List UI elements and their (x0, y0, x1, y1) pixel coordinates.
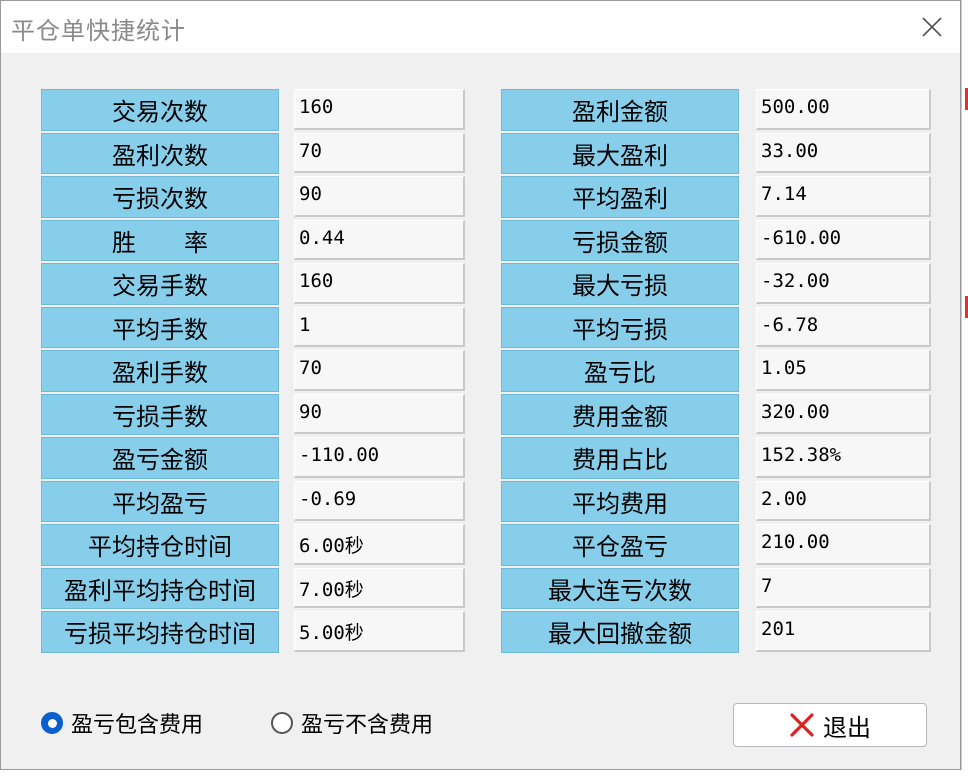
stat-row: 平均亏损 -6.78 (501, 306, 931, 351)
stat-label: 平均费用 (501, 480, 739, 522)
stat-row: 最大连亏次数 7 (501, 567, 931, 612)
stat-row: 平均持仓时间 6.00秒 (41, 524, 465, 568)
stat-label: 盈亏金额 (41, 437, 279, 479)
stat-value[interactable]: -6.78 (756, 306, 931, 347)
stat-label: 最大盈利 (501, 132, 739, 174)
stat-value[interactable]: -0.69 (294, 480, 465, 521)
stat-value[interactable]: 90 (294, 176, 465, 217)
stat-label: 平仓盈亏 (501, 524, 739, 566)
stat-row: 胜 率 0.44 (41, 219, 465, 264)
radio-checked-icon[interactable] (41, 712, 63, 734)
stat-row: 亏损金额 -610.00 (501, 219, 931, 264)
stat-value[interactable]: 1.05 (756, 350, 931, 391)
stat-row: 盈利平均持仓时间 7.00秒 (41, 567, 465, 612)
background-app-edge (961, 0, 968, 776)
stat-label: 交易手数 (41, 263, 279, 305)
stat-value[interactable]: 160 (294, 89, 465, 130)
stat-row: 盈利手数 70 (41, 350, 465, 394)
stat-label: 盈亏比 (501, 350, 739, 392)
stat-label: 平均盈亏 (41, 480, 279, 522)
stat-row: 最大回撤金额 201 (501, 611, 931, 655)
close-icon (922, 17, 942, 37)
stat-value[interactable]: 7.00秒 (294, 567, 465, 608)
stat-label: 盈利金额 (501, 89, 739, 131)
stat-value[interactable]: 320.00 (756, 393, 931, 434)
stat-label: 盈利平均持仓时间 (41, 567, 279, 609)
stat-row: 盈利金额 500.00 (501, 89, 931, 133)
exit-button[interactable]: 退出 (733, 703, 927, 747)
stat-row: 盈亏比 1.05 (501, 350, 931, 394)
background-app-edge (0, 770, 968, 776)
stat-value[interactable]: 6.00秒 (294, 524, 465, 565)
stat-row: 交易手数 160 (41, 263, 465, 307)
radio-unchecked-icon[interactable] (271, 712, 293, 734)
stat-value[interactable]: -32.00 (756, 263, 931, 304)
red-x-icon (790, 713, 814, 737)
stat-label: 费用占比 (501, 437, 739, 479)
stat-row: 平均盈亏 -0.69 (41, 480, 465, 525)
exit-button-label: 退出 (823, 713, 871, 742)
stat-value[interactable]: 210.00 (756, 524, 931, 565)
stats-dialog: 平仓单快捷统计 交易次数 160 盈利次数 70 亏损次数 90 胜 率 0.44 交易… (0, 0, 961, 770)
stat-row: 平均费用 2.00 (501, 480, 931, 525)
stat-row: 盈利次数 70 (41, 132, 465, 177)
stat-row: 盈亏金额 -110.00 (41, 437, 465, 481)
stat-label: 最大连亏次数 (501, 567, 739, 609)
stat-label: 亏损金额 (501, 219, 739, 261)
stat-label: 盈利手数 (41, 350, 279, 392)
stat-row: 费用占比 152.38% (501, 437, 931, 481)
stat-value[interactable]: 201 (756, 611, 931, 652)
stat-value[interactable]: 160 (294, 263, 465, 304)
stat-value[interactable]: -610.00 (756, 219, 931, 260)
right-stats-column: 盈利金额 500.00 最大盈利 33.00 平均盈利 7.14 亏损金额 -610.0… (501, 89, 931, 655)
stat-value[interactable]: 7 (756, 567, 931, 608)
stat-value[interactable]: -110.00 (294, 437, 465, 478)
exclude-fee-label: 盈亏不含费用 (301, 713, 434, 738)
stat-value[interactable]: 152.38% (756, 437, 931, 478)
stat-row: 亏损平均持仓时间 5.00秒 (41, 611, 465, 655)
stat-value[interactable]: 2.00 (756, 480, 931, 521)
stat-row: 最大盈利 33.00 (501, 132, 931, 177)
stat-value[interactable]: 0.44 (294, 219, 465, 260)
stat-label: 亏损次数 (41, 176, 279, 218)
stat-label: 费用金额 (501, 393, 739, 435)
stat-value[interactable]: 33.00 (756, 132, 931, 173)
close-button[interactable] (910, 5, 954, 49)
stat-row: 交易次数 160 (41, 89, 465, 133)
stat-row: 最大亏损 -32.00 (501, 263, 931, 307)
stat-label: 胜 率 (41, 219, 279, 261)
stat-row: 平仓盈亏 210.00 (501, 524, 931, 568)
stat-label: 亏损平均持仓时间 (41, 611, 279, 653)
stat-value[interactable]: 7.14 (756, 176, 931, 217)
stat-value[interactable]: 1 (294, 306, 465, 347)
stat-label: 平均亏损 (501, 306, 739, 348)
stat-value[interactable]: 500.00 (756, 89, 931, 130)
stat-value[interactable]: 90 (294, 393, 465, 434)
window-title: 平仓单快捷统计 (11, 17, 186, 45)
stat-label: 最大亏损 (501, 263, 739, 305)
stat-label: 盈利次数 (41, 132, 279, 174)
stat-label: 平均持仓时间 (41, 524, 279, 566)
include-fee-radio[interactable]: 盈亏包含费用 (41, 707, 203, 739)
stat-label: 平均手数 (41, 306, 279, 348)
stat-label: 交易次数 (41, 89, 279, 131)
stat-label: 平均盈利 (501, 176, 739, 218)
include-fee-label: 盈亏包含费用 (71, 713, 204, 738)
stat-value[interactable]: 5.00秒 (294, 611, 465, 652)
stat-row: 平均手数 1 (41, 306, 465, 351)
stat-label: 最大回撤金额 (501, 611, 739, 653)
title-bar: 平仓单快捷统计 (1, 1, 960, 53)
left-stats-column: 交易次数 160 盈利次数 70 亏损次数 90 胜 率 0.44 交易手数 160 平均… (41, 89, 465, 655)
stat-value[interactable]: 70 (294, 132, 465, 173)
stat-label: 亏损手数 (41, 393, 279, 435)
stat-row: 平均盈利 7.14 (501, 176, 931, 220)
stat-row: 亏损次数 90 (41, 176, 465, 220)
stat-row: 亏损手数 90 (41, 393, 465, 438)
stat-row: 费用金额 320.00 (501, 393, 931, 438)
exclude-fee-radio[interactable]: 盈亏不含费用 (271, 707, 433, 739)
stat-value[interactable]: 70 (294, 350, 465, 391)
